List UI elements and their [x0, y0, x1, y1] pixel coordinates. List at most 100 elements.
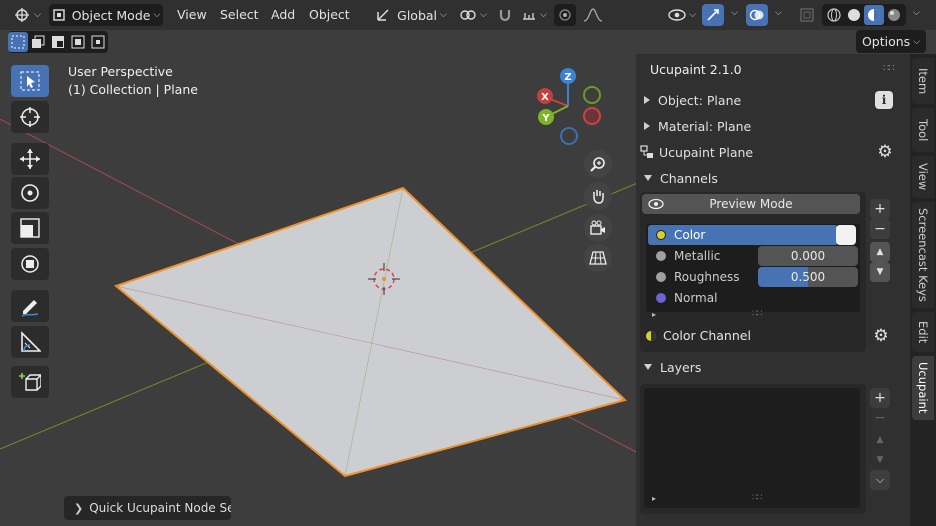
channels-header[interactable]: Channels — [644, 166, 900, 190]
list-filter-arrow-icon[interactable]: ▸ — [652, 494, 656, 503]
visibility-button[interactable]: ⌵ — [664, 4, 700, 26]
move-layer-up-button[interactable]: ▲ — [870, 430, 890, 450]
camera-view-button[interactable] — [584, 214, 612, 242]
tab-label: Item — [916, 67, 930, 95]
projection-toggle-button[interactable] — [584, 244, 612, 272]
overlays-toggle[interactable] — [746, 4, 768, 26]
list-resize-handle-icon[interactable]: ∷∷ — [752, 309, 763, 319]
color-swatch[interactable] — [836, 225, 856, 245]
select-intersect-button[interactable] — [88, 35, 108, 49]
chevron-down-icon: ⌵ — [440, 10, 447, 20]
proportional-edit-toggle[interactable] — [554, 4, 576, 26]
snap-toggle[interactable] — [494, 4, 516, 26]
color-channel-icon — [646, 330, 656, 341]
channel-color-dot-icon — [656, 251, 666, 261]
tab-edit[interactable]: Edit — [912, 312, 934, 352]
xray-toggle[interactable] — [796, 4, 818, 26]
snap-target-button[interactable]: ⌵ — [518, 4, 550, 26]
metallic-value-field[interactable]: 0.000 — [758, 246, 858, 266]
material-row[interactable]: Material: Plane — [644, 114, 900, 138]
gizmo-dropdown-chevron[interactable]: ⌵ — [731, 8, 738, 18]
shading-dropdown-chevron[interactable]: ⌵ — [913, 8, 920, 18]
move-channel-up-button[interactable]: ▲ — [870, 242, 890, 262]
ucupaint-node-row[interactable]: Ucupaint Plane — [640, 140, 896, 164]
wireframe-shading-button[interactable] — [824, 8, 844, 22]
tool-settings-row — [0, 30, 640, 54]
orientation-label: Global — [397, 7, 438, 23]
falloff-curve-icon — [583, 8, 603, 22]
remove-layer-button[interactable]: − — [870, 408, 890, 428]
tab-item[interactable]: Item — [912, 58, 934, 104]
list-item-roughness-channel[interactable]: Roughness — [648, 267, 758, 287]
add-cube-tool[interactable] — [11, 366, 49, 398]
operator-redo-panel[interactable]: ❯ Quick Ucupaint Node Setu — [64, 496, 231, 520]
plane-mesh[interactable] — [113, 186, 627, 478]
move-layer-down-button[interactable]: ▼ — [870, 450, 890, 470]
drag-handle-icon[interactable]: ∷∷ — [883, 63, 895, 74]
menu-add[interactable]: Add — [271, 7, 295, 22]
select-invert-icon — [71, 35, 85, 49]
cursor-select-icon — [20, 71, 40, 91]
navigation-gizmo[interactable]: Z X Y — [537, 68, 601, 145]
move-channel-down-button[interactable]: ▼ — [870, 262, 890, 282]
list-item-color-channel[interactable]: Color — [648, 225, 838, 245]
list-item-metallic-channel[interactable]: Metallic — [648, 246, 758, 266]
gizmo-neg-y-axis[interactable] — [583, 86, 601, 104]
editor-type-button[interactable]: ⌵ — [10, 4, 44, 26]
select-extend-button[interactable] — [28, 35, 48, 49]
info-icon[interactable]: i — [875, 91, 893, 109]
rendered-shading-button[interactable] — [884, 8, 904, 22]
menu-object[interactable]: Object — [309, 7, 350, 22]
roughness-value-field[interactable]: 0.500 — [758, 267, 858, 287]
eye-icon — [648, 198, 664, 210]
cursor-tool[interactable] — [11, 101, 49, 133]
remove-channel-button[interactable]: − — [870, 219, 890, 239]
transform-tool[interactable] — [11, 248, 49, 280]
layer-menu-button[interactable]: ⌵ — [870, 470, 890, 490]
solid-shading-button[interactable] — [844, 8, 864, 22]
menu-select[interactable]: Select — [220, 7, 259, 22]
options-dropdown[interactable]: Options ⌵ — [856, 30, 926, 53]
transform-orientation[interactable]: Global ⌵ — [370, 4, 452, 26]
select-new-button[interactable] — [8, 32, 28, 52]
gizmo-neg-x-axis[interactable] — [583, 107, 601, 125]
move-tool[interactable] — [11, 143, 49, 175]
preview-mode-button[interactable]: Preview Mode — [642, 194, 860, 214]
layers-header[interactable]: Layers — [644, 355, 900, 379]
settings-gear-icon[interactable]: ⚙ — [875, 142, 895, 162]
annotate-tool[interactable] — [11, 290, 49, 322]
tab-ucupaint[interactable]: Ucupaint — [912, 356, 934, 420]
layers-header-label: Layers — [660, 359, 702, 375]
perspective-label: User Perspective — [68, 64, 173, 79]
object-row[interactable]: Object: Plane — [644, 88, 900, 112]
channel-settings-gear-icon[interactable]: ⚙ — [871, 326, 891, 346]
rotate-tool[interactable] — [11, 177, 49, 209]
select-invert-button[interactable] — [68, 35, 88, 49]
tab-view[interactable]: View — [912, 156, 934, 198]
falloff-button[interactable] — [578, 4, 608, 26]
gizmo-toggle[interactable] — [702, 4, 724, 26]
select-subtract-button[interactable] — [48, 35, 68, 49]
tab-tool[interactable]: Tool — [912, 108, 934, 152]
3d-viewport[interactable]: Z X Y User Perspective (1) Collection | … — [0, 54, 636, 526]
mode-selector[interactable]: Object Mode ⌵ — [49, 4, 163, 26]
zoom-button[interactable] — [584, 150, 612, 178]
list-item-normal-channel[interactable]: Normal — [648, 288, 768, 308]
material-preview-button[interactable] — [864, 5, 884, 25]
pivot-point-button[interactable]: ⌵ — [456, 4, 490, 26]
select-box-tool[interactable] — [11, 65, 49, 97]
scale-tool[interactable] — [11, 212, 49, 244]
select-intersect-icon — [91, 35, 105, 49]
menu-view[interactable]: View — [177, 7, 207, 22]
measure-tool[interactable] — [11, 326, 49, 358]
add-channel-button[interactable]: + — [870, 199, 890, 219]
list-filter-arrow-icon[interactable]: ▸ — [652, 310, 656, 319]
sidebar-tabs: Item Tool View Screencast Keys Edit Ucup… — [910, 54, 936, 526]
tab-screencast-keys[interactable]: Screencast Keys — [912, 202, 934, 308]
list-resize-handle-icon[interactable]: ∷∷ — [752, 493, 763, 503]
add-layer-button[interactable]: + — [870, 388, 890, 408]
object-mode-icon — [53, 9, 65, 21]
pan-button[interactable] — [584, 182, 612, 210]
overlays-dropdown-chevron[interactable]: ⌵ — [775, 8, 782, 18]
gizmo-neg-z-axis[interactable] — [560, 127, 578, 145]
